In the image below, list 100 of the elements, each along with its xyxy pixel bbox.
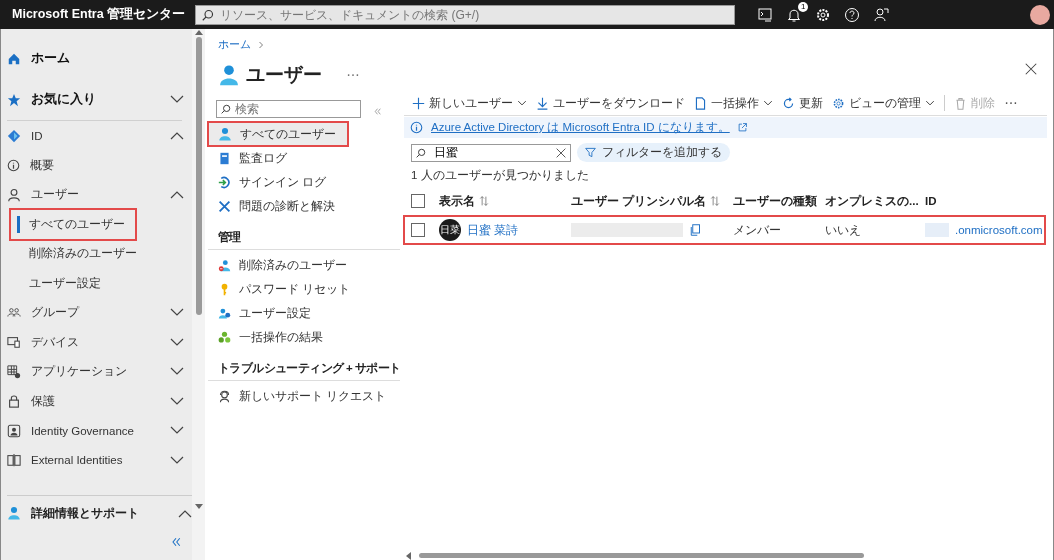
app-grid-icon	[7, 364, 21, 379]
search-icon	[221, 104, 231, 114]
split-book-icon	[7, 453, 21, 468]
chevron-right-icon	[257, 40, 265, 49]
nav-item[interactable]: ID	[1, 121, 193, 151]
chevron-icon[interactable]	[178, 508, 193, 518]
nav-item[interactable]: すべてのユーザー	[11, 209, 135, 239]
chevron-icon[interactable]	[170, 337, 185, 347]
cluster-icon	[218, 330, 231, 344]
chevron-icon[interactable]	[170, 426, 185, 436]
nav-item[interactable]: グループ	[1, 298, 193, 328]
toolbar-button[interactable]: 一括操作	[694, 95, 773, 111]
toolbar-button[interactable]: 更新	[782, 95, 823, 111]
menu-item[interactable]: パスワード リセット	[208, 277, 400, 301]
id-link[interactable]: .onmicrosoft.com	[955, 224, 1043, 236]
menu-item[interactable]: すべてのユーザー	[208, 122, 348, 146]
vertical-scrollbar[interactable]	[192, 29, 205, 560]
external-link-icon[interactable]	[737, 123, 747, 132]
column-header[interactable]: ID	[925, 195, 1047, 207]
nav-item[interactable]: お気に入り	[1, 79, 193, 120]
devices-icon	[7, 335, 21, 350]
breadcrumb-link[interactable]: ホーム	[218, 37, 251, 52]
page-title: ユーザー	[246, 63, 322, 87]
info-icon	[410, 121, 423, 134]
toolbar-button[interactable]: ビューの管理	[832, 95, 935, 111]
menu-search-box[interactable]: 検索	[216, 100, 361, 118]
sign-in-arrow-icon	[218, 175, 231, 189]
chevron-icon[interactable]	[170, 190, 185, 200]
toolbar-button[interactable]: 新しいユーザー	[412, 95, 527, 111]
star-icon	[7, 92, 21, 107]
chevron-icon[interactable]	[170, 455, 185, 465]
download-icon	[536, 96, 549, 110]
trash-icon	[954, 96, 967, 110]
wrench-cross-icon	[218, 199, 231, 213]
chevron-icon[interactable]	[170, 396, 185, 406]
nav-item[interactable]: 保護	[1, 386, 193, 416]
nav-item[interactable]: 削除済みのユーザー	[11, 239, 147, 269]
menu-item[interactable]: 問題の診断と解決	[208, 194, 400, 218]
menu-section-heading: 管理	[208, 218, 400, 250]
nav-item[interactable]: デバイス	[1, 327, 193, 357]
result-count: 1 人のユーザーが見つかりました	[411, 168, 590, 183]
column-header[interactable]: ユーザー プリンシパル名	[571, 193, 733, 209]
copy-icon[interactable]	[689, 224, 701, 236]
menu-item[interactable]: 監査ログ	[208, 146, 400, 170]
person-icon	[7, 187, 21, 202]
menu-item[interactable]: ユーザー設定	[208, 301, 400, 325]
scroll-left-arrow-icon[interactable]	[405, 551, 411, 560]
people-icon	[7, 305, 21, 320]
column-header[interactable]: オンプレミスの...	[825, 193, 925, 209]
table-cell-text: メンバー	[733, 222, 782, 238]
collapse-double-chevron-icon[interactable]	[170, 536, 183, 548]
select-all-checkbox[interactable]	[411, 194, 425, 208]
search-icon	[416, 147, 426, 158]
user-icon	[218, 127, 232, 141]
column-header[interactable]: ユーザーの種類	[733, 193, 825, 209]
chevron-icon[interactable]	[170, 95, 185, 104]
nav-item[interactable]: アプリケーション	[1, 357, 193, 387]
column-header[interactable]: 表示名	[439, 193, 571, 209]
info-icon	[7, 158, 20, 172]
search-icon	[202, 8, 215, 21]
user-icon	[7, 506, 21, 520]
chevron-icon[interactable]	[170, 367, 185, 377]
user-gear-icon	[218, 306, 231, 320]
menu-item[interactable]: 削除済みのユーザー	[208, 253, 400, 277]
search-box[interactable]: リソース、サービス、ドキュメントの検索 (G+/)	[195, 4, 736, 25]
log-book-icon	[218, 151, 231, 165]
chevron-icon[interactable]	[170, 308, 185, 318]
scroll-down-arrow-icon[interactable]	[194, 504, 203, 510]
menu-item[interactable]: 一括操作の結果	[208, 325, 400, 349]
user-name-link[interactable]: 日蜜 菜詩	[467, 222, 519, 238]
scroll-up-arrow-icon[interactable]	[194, 29, 203, 35]
support-person-icon	[218, 389, 231, 403]
chevron-icon[interactable]	[170, 131, 185, 141]
search-field[interactable]: リソース、サービス、ドキュメントの検索 (G+/)	[220, 7, 729, 22]
toolbar-button[interactable]: ユーザーをダウンロード	[536, 95, 685, 111]
user-icon	[218, 64, 240, 86]
table-row[interactable]: 日菜 日蜜 菜詩 メンバー いいえ .onmicrosoft.com	[404, 216, 1045, 244]
filter-search-box[interactable]: 日蜜	[411, 143, 571, 162]
nav-item[interactable]: ユーザー	[1, 180, 193, 210]
menu-item[interactable]: 新しいサポート リクエスト	[208, 384, 400, 408]
menu-item[interactable]: サインイン ログ	[208, 170, 400, 194]
nav-item[interactable]: ユーザー設定	[11, 268, 129, 298]
user-remove-icon	[218, 258, 231, 272]
nav-item[interactable]: External Identities	[1, 445, 193, 475]
row-checkbox[interactable]	[411, 223, 425, 237]
cloud-shell-icon[interactable]	[757, 6, 774, 23]
notification-badge: 1	[798, 1, 809, 12]
feedback-icon[interactable]	[873, 6, 890, 23]
help-icon[interactable]	[844, 6, 861, 23]
settings-icon[interactable]	[815, 6, 832, 23]
add-filter-button[interactable]: フィルターを追加する	[577, 143, 730, 162]
brand-title[interactable]: Microsoft Entra 管理センター	[12, 6, 186, 23]
lock-icon	[7, 394, 21, 409]
avatar[interactable]	[1030, 4, 1050, 25]
nav-item[interactable]: ホーム	[1, 38, 193, 79]
menu-section-heading: トラブルシューティング + サポート	[208, 349, 400, 381]
clear-icon[interactable]	[556, 147, 566, 158]
close-icon[interactable]	[1025, 63, 1037, 75]
nav-item[interactable]: 概要	[1, 150, 193, 180]
nav-item[interactable]: Identity Governance	[1, 416, 193, 446]
